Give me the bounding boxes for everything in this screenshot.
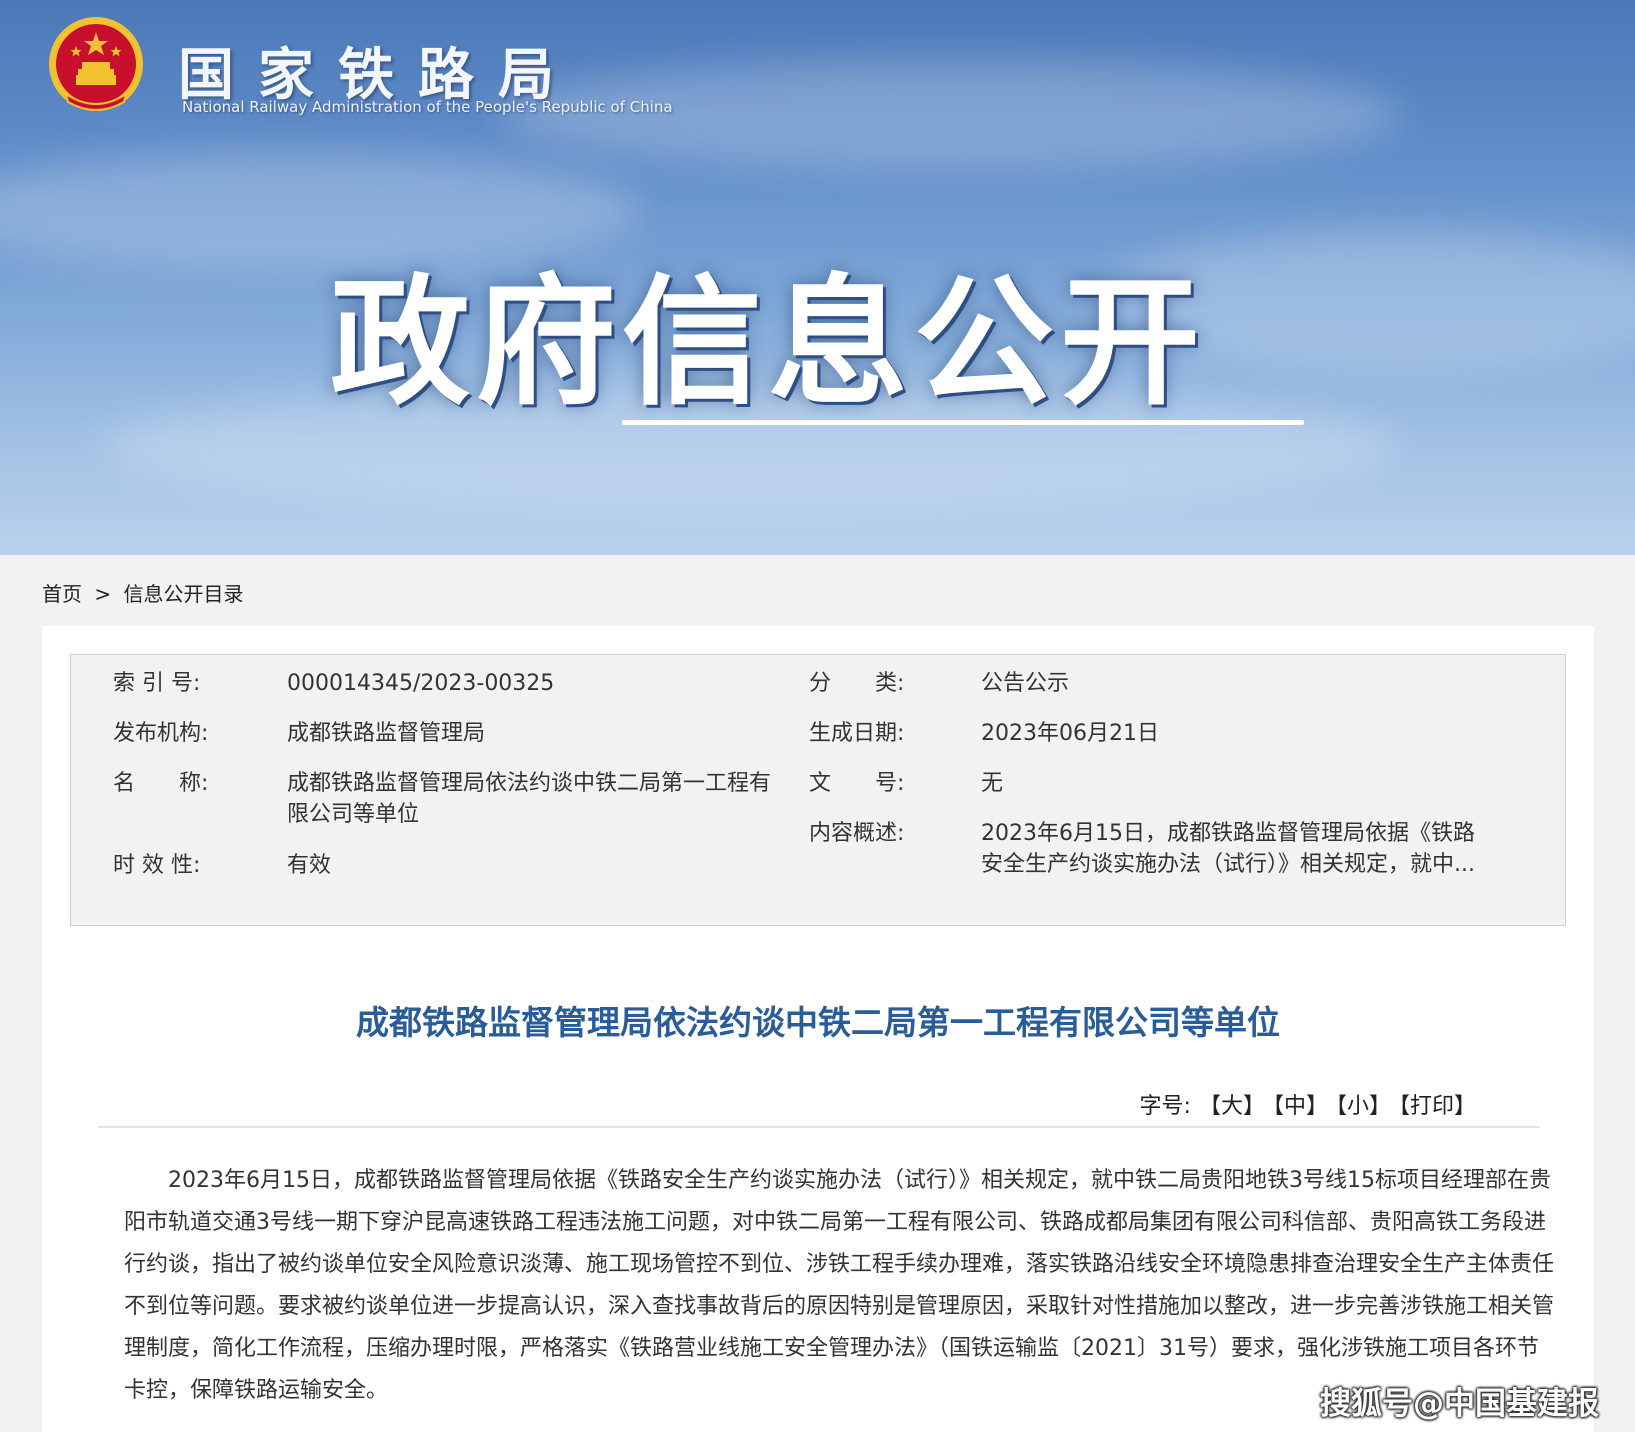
font-small-button[interactable]: 【小】 [1336,1094,1391,1119]
source-watermark: 搜狐号@中国基建报 [1320,1386,1599,1422]
index-value: 000014345/2023-00325 [287,671,555,696]
name-value: 成都铁路监督管理局依法约谈中铁二局第一工程有限公司等单位 [287,771,772,827]
index-label: 索 引 号: [113,671,201,696]
validity-value: 有效 [287,853,332,878]
date-value: 2023年06月21日 [981,721,1159,746]
breadcrumb-separator: > [94,582,112,606]
name-label: 名 称: [113,771,209,796]
banner-underline [622,420,1304,425]
validity-label: 时 效 性: [113,853,201,878]
national-emblem-icon[interactable] [46,14,146,118]
banner-title: 政府信息公开 [330,262,1207,425]
date-label: 生成日期: [809,721,905,746]
docno-value: 无 [981,771,1004,796]
summary-value: 2023年6月15日，成都铁路监督管理局依据《铁路安全生产约谈实施办法（试行）》… [981,821,1475,877]
content-card: 索 引 号: 000014345/2023-00325 分 类: 公告公示 发布… [42,626,1594,1432]
summary-label: 内容概述: [809,821,905,846]
article-title: 成都铁路监督管理局依法约谈中铁二局第一工程有限公司等单位 [356,1003,1280,1042]
font-size-label: 字号: [1139,1094,1191,1119]
category-label: 分 类: [809,671,905,696]
divider [98,1126,1540,1128]
org-name-en: National Railway Administration of the P… [182,98,673,116]
docno-label: 文 号: [809,771,905,796]
publisher-value: 成都铁路监督管理局 [287,721,486,746]
article-body: 2023年6月15日，成都铁路监督管理局依据《铁路安全生产约谈实施办法（试行）》… [124,1160,1554,1412]
breadcrumb: 首页 > 信息公开目录 [42,578,249,607]
metadata-table: 索 引 号: 000014345/2023-00325 分 类: 公告公示 发布… [70,654,1566,926]
font-medium-button[interactable]: 【中】 [1273,1094,1328,1119]
font-large-button[interactable]: 【大】 [1199,1094,1265,1119]
font-size-toolbar: 字号: 【大】 【中】 【小】 【打印】 [1132,1088,1476,1120]
category-value: 公告公示 [981,671,1070,696]
article-paragraph: 2023年6月15日，成都铁路监督管理局依据《铁路安全生产约谈实施办法（试行）》… [124,1168,1555,1403]
breadcrumb-current-link[interactable]: 信息公开目录 [123,582,243,606]
publisher-label: 发布机构: [113,721,209,746]
breadcrumb-home-link[interactable]: 首页 [42,582,82,606]
print-button[interactable]: 【打印】 [1399,1094,1476,1119]
header-banner: 国家铁路局 National Railway Administration of… [0,0,1635,555]
